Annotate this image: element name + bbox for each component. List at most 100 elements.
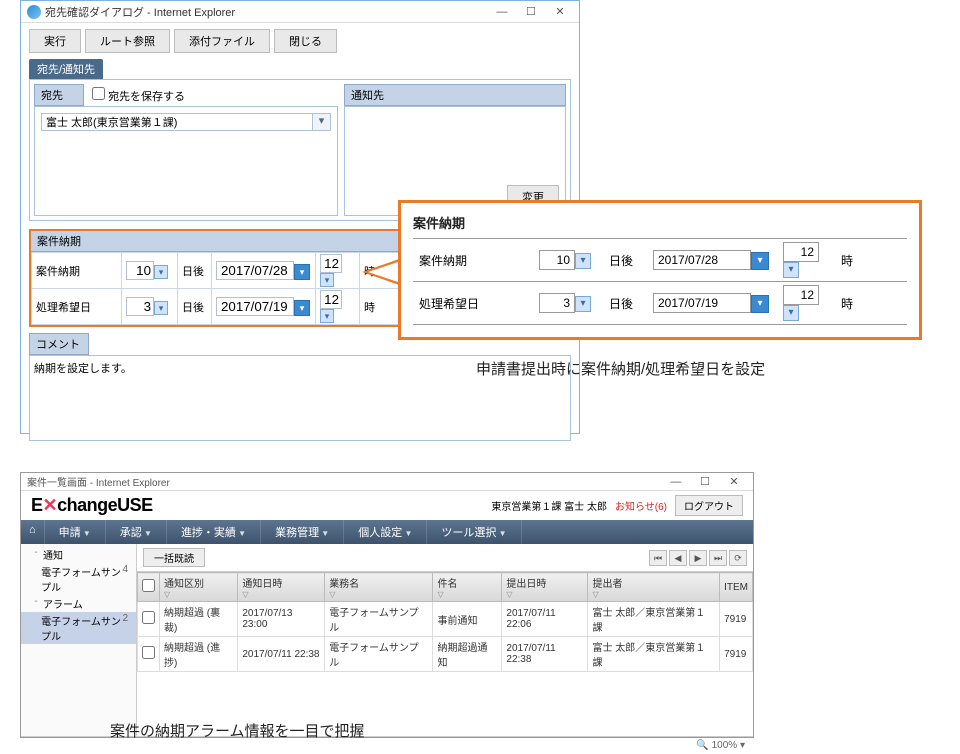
tree-item-eform-2[interactable]: 電子フォームサンプル2 bbox=[21, 612, 136, 644]
calendar-icon[interactable]: ▾ bbox=[294, 264, 310, 280]
hour-dropdown-icon[interactable]: ▾ bbox=[320, 309, 334, 323]
maximize-button[interactable]: ☐ bbox=[518, 5, 544, 18]
hour-input[interactable] bbox=[783, 242, 819, 262]
callout-panel: 案件納期 案件納期 ▾ 日後 ▾ ▾ 時 処理希望日 ▾ 日後 ▾ ▾ 時 bbox=[398, 200, 922, 340]
cell-submit-dt: 2017/07/11 22:38 bbox=[502, 637, 588, 672]
date-input[interactable] bbox=[216, 261, 294, 280]
nav-home-icon[interactable]: ⌂ bbox=[21, 520, 45, 544]
row-label: 処理希望日 bbox=[413, 282, 533, 325]
zoom-label[interactable]: 🔍 100% ▾ bbox=[696, 740, 745, 751]
window-title: 宛先確認ダイアログ - Internet Explorer bbox=[45, 4, 489, 20]
callout-title: 案件納期 bbox=[413, 213, 907, 232]
tree-item-eform-1[interactable]: 電子フォームサンプル4 bbox=[21, 563, 136, 595]
list-window: 案件一覧画面 - Internet Explorer — ☐ ✕ E✕chang… bbox=[20, 472, 754, 738]
main-nav: ⌂ 申請 承認 進捗・実績 業務管理 個人設定 ツール選択 bbox=[21, 520, 753, 544]
refresh-icon[interactable]: ⟳ bbox=[729, 550, 747, 566]
days-dropdown-icon[interactable]: ▾ bbox=[154, 301, 168, 315]
filter-icon[interactable]: ▽ bbox=[242, 590, 320, 599]
grid: 通知区別▽ 通知日時▽ 業務名▽ 件名▽ 提出日時▽ 提出者▽ ITEM 納期超… bbox=[137, 571, 753, 736]
close-dialog-button[interactable]: 閉じる bbox=[274, 29, 337, 53]
days-dropdown-icon[interactable]: ▾ bbox=[154, 265, 168, 279]
tree-label: 電子フォームサンプル bbox=[41, 613, 122, 643]
mark-read-button[interactable]: 一括既読 bbox=[143, 548, 205, 567]
filter-icon[interactable]: ▽ bbox=[437, 590, 497, 599]
notice-link[interactable]: お知らせ(6) bbox=[615, 498, 667, 513]
cell-subject: 事前通知 bbox=[433, 602, 502, 637]
date-input[interactable] bbox=[216, 297, 294, 316]
tab-dest-notice[interactable]: 宛先/通知先 bbox=[29, 59, 103, 79]
run-button[interactable]: 実行 bbox=[29, 29, 81, 53]
callout-row: 案件納期 ▾ 日後 ▾ ▾ 時 bbox=[413, 239, 907, 282]
nav-approve[interactable]: 承認 bbox=[106, 520, 167, 544]
calendar-icon[interactable]: ▾ bbox=[751, 252, 769, 270]
days-dropdown-icon[interactable]: ▾ bbox=[575, 296, 591, 312]
window2-annotation: 案件の納期アラーム情報を一目で把握 bbox=[110, 720, 365, 741]
tree-label: アラーム bbox=[43, 596, 83, 611]
tree-item-alarm[interactable]: -アラーム bbox=[21, 595, 136, 612]
cell-submitter: 富士 太郎／東京営業第１課 bbox=[588, 602, 720, 637]
page-prev-icon[interactable]: ◀ bbox=[669, 550, 687, 566]
nav-apply[interactable]: 申請 bbox=[45, 520, 106, 544]
cell-kind: 納期超過 (裏裁) bbox=[160, 602, 238, 637]
logout-button[interactable]: ログアウト bbox=[675, 495, 743, 516]
filter-icon[interactable]: ▽ bbox=[329, 590, 428, 599]
nav-tools[interactable]: ツール選択 bbox=[427, 520, 521, 544]
row-checkbox[interactable] bbox=[142, 646, 155, 659]
days-input[interactable] bbox=[539, 293, 575, 313]
callout-row: 処理希望日 ▾ 日後 ▾ ▾ 時 bbox=[413, 282, 907, 325]
hour-dropdown-icon[interactable]: ▾ bbox=[783, 262, 799, 278]
calendar-icon[interactable]: ▾ bbox=[294, 300, 310, 316]
nav-biz[interactable]: 業務管理 bbox=[261, 520, 344, 544]
tree-item-notice[interactable]: -通知 bbox=[21, 546, 136, 563]
tree-count: 4 bbox=[122, 564, 132, 594]
save-dest-checkbox[interactable] bbox=[92, 87, 105, 100]
minimize-button[interactable]: — bbox=[663, 476, 689, 488]
calendar-icon[interactable]: ▾ bbox=[751, 295, 769, 313]
tree-label: 電子フォームサンプル bbox=[41, 564, 122, 594]
minimize-button[interactable]: — bbox=[489, 6, 515, 18]
hour-dropdown-icon[interactable]: ▾ bbox=[783, 305, 799, 321]
cell-notice-dt: 2017/07/11 22:38 bbox=[238, 637, 325, 672]
nav-personal[interactable]: 個人設定 bbox=[344, 520, 427, 544]
filter-icon[interactable]: ▽ bbox=[592, 590, 715, 599]
cell-subject: 納期超過通知 bbox=[433, 637, 502, 672]
dest-input[interactable] bbox=[41, 113, 313, 131]
hour-input[interactable] bbox=[320, 254, 342, 273]
days-input[interactable] bbox=[126, 261, 154, 280]
hour-input[interactable] bbox=[320, 290, 342, 309]
col-notice-dt: 通知日時▽ bbox=[238, 573, 325, 602]
row-label: 案件納期 bbox=[32, 253, 122, 289]
col-check[interactable] bbox=[138, 573, 160, 602]
attach-button[interactable]: 添付ファイル bbox=[174, 29, 270, 53]
close-button[interactable]: ✕ bbox=[547, 5, 573, 18]
close-button[interactable]: ✕ bbox=[721, 475, 747, 488]
window-buttons: — ☐ ✕ bbox=[489, 5, 573, 18]
filter-icon[interactable]: ▽ bbox=[164, 590, 233, 599]
hour-dropdown-icon[interactable]: ▾ bbox=[320, 273, 334, 287]
page-last-icon[interactable]: ⏭ bbox=[709, 550, 727, 566]
cell-biz: 電子フォームサンプル bbox=[325, 637, 433, 672]
page-next-icon[interactable]: ▶ bbox=[689, 550, 707, 566]
hour-input[interactable] bbox=[783, 285, 819, 305]
days-after-label: 日後 bbox=[603, 239, 647, 282]
days-dropdown-icon[interactable]: ▾ bbox=[575, 253, 591, 269]
days-after-label: 日後 bbox=[178, 289, 212, 325]
row-checkbox[interactable] bbox=[142, 611, 155, 624]
nav-progress[interactable]: 進捗・実績 bbox=[167, 520, 261, 544]
date-input[interactable] bbox=[653, 250, 751, 270]
page-first-icon[interactable]: ⏮ bbox=[649, 550, 667, 566]
dest-dropdown-icon[interactable]: ▾ bbox=[313, 113, 331, 131]
filter-icon[interactable]: ▽ bbox=[506, 590, 583, 599]
hour-unit-label: 時 bbox=[835, 239, 907, 282]
save-dest-label[interactable]: 宛先を保存する bbox=[92, 87, 185, 104]
titlebar: 宛先確認ダイアログ - Internet Explorer — ☐ ✕ bbox=[21, 1, 579, 23]
content-panel: 一括既読 ⏮ ◀ ▶ ⏭ ⟳ 通知区別▽ 通知日時▽ 業務名▽ 件名▽ bbox=[137, 544, 753, 736]
date-input[interactable] bbox=[653, 293, 751, 313]
maximize-button[interactable]: ☐ bbox=[692, 475, 718, 488]
col-biz: 業務名▽ bbox=[325, 573, 433, 602]
days-after-label: 日後 bbox=[603, 282, 647, 325]
days-input[interactable] bbox=[126, 297, 154, 316]
days-input[interactable] bbox=[539, 250, 575, 270]
save-dest-text: 宛先を保存する bbox=[108, 91, 185, 103]
route-button[interactable]: ルート参照 bbox=[85, 29, 170, 53]
